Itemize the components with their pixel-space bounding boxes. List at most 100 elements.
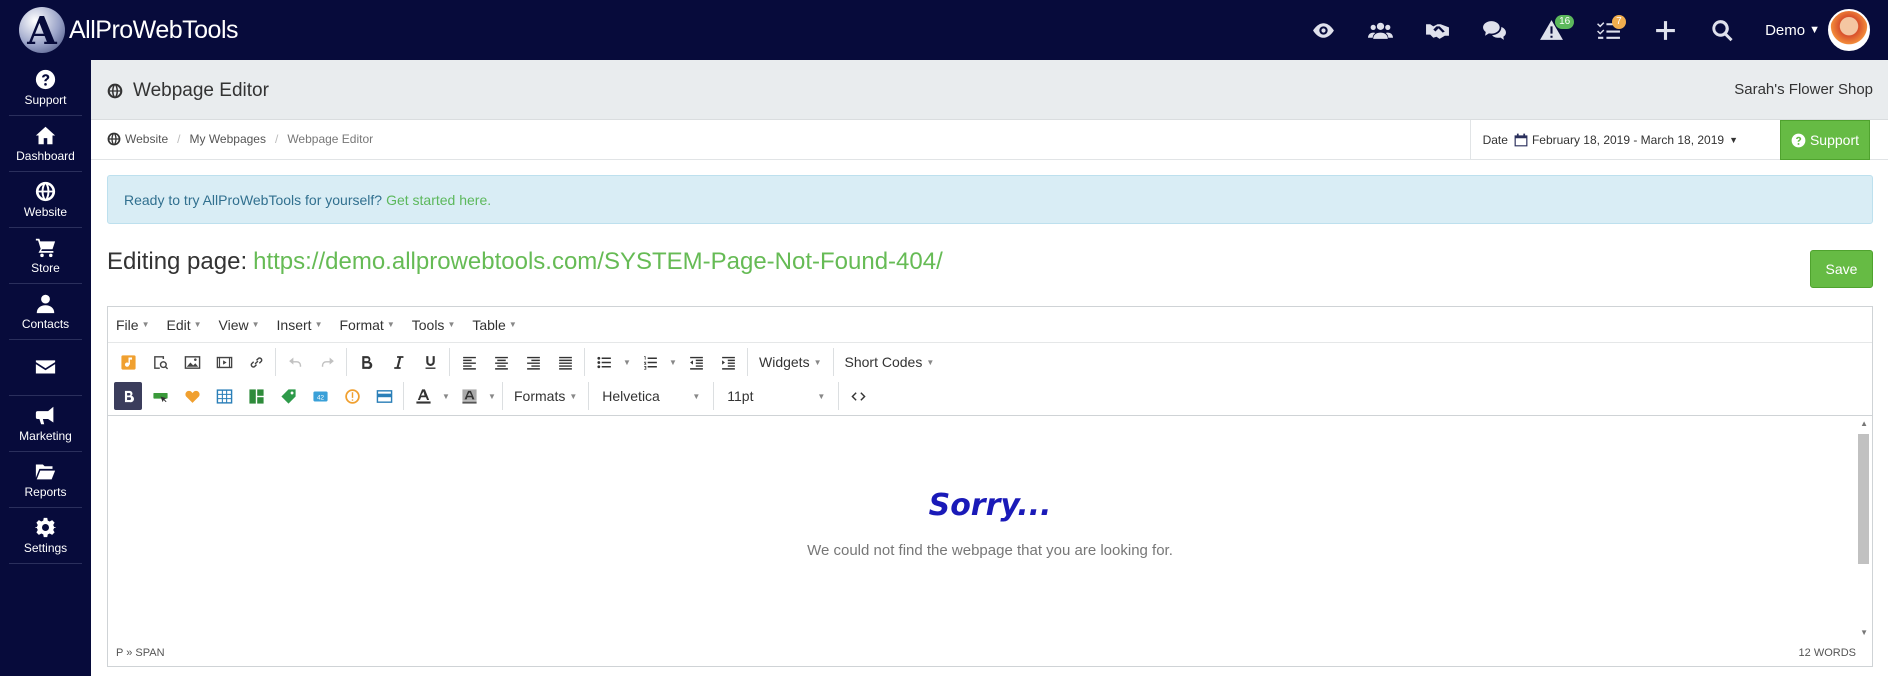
app-logo[interactable]: A AllProWebTools [19, 7, 239, 53]
indent-icon[interactable] [712, 348, 744, 376]
font-size-select[interactable]: 11pt ▼ [717, 382, 835, 410]
users-icon[interactable] [1352, 0, 1409, 60]
menu-table[interactable]: Table ▼ [472, 317, 516, 333]
get-started-link[interactable]: Get started here. [386, 192, 491, 208]
media-manager-icon[interactable] [112, 348, 144, 376]
widgets-dropdown[interactable]: Widgets ▼ [751, 348, 830, 376]
outdent-icon[interactable] [680, 348, 712, 376]
support-button[interactable]: Support [1780, 120, 1870, 160]
comments-icon[interactable] [1466, 0, 1523, 60]
editor-toolbar-row-2: 42 ▼ ▼ Formats ▼ Helvetica ▼ 11pt ▼ [108, 379, 1872, 413]
panel-icon[interactable] [368, 382, 400, 410]
layout-icon[interactable] [240, 382, 272, 410]
video-icon[interactable] [208, 348, 240, 376]
align-right-icon[interactable] [517, 348, 549, 376]
alert-icon[interactable]: 16 [1523, 0, 1580, 60]
tasks-badge: 7 [1612, 15, 1626, 29]
sidebar-item-support[interactable]: Support [9, 60, 82, 116]
text-color-caret-icon[interactable]: ▼ [439, 382, 453, 410]
sidebar-item-store[interactable]: Store [9, 228, 82, 284]
align-left-icon[interactable] [453, 348, 485, 376]
redo-icon[interactable] [311, 348, 343, 376]
search-icon[interactable] [1694, 0, 1751, 60]
bullet-list-icon[interactable] [588, 348, 620, 376]
tasks-icon[interactable]: 7 [1580, 0, 1637, 60]
table-grid-icon[interactable] [208, 382, 240, 410]
menu-format[interactable]: Format ▼ [339, 317, 394, 333]
italic-icon[interactable] [382, 348, 414, 376]
underline-icon[interactable] [414, 348, 446, 376]
font-family-select[interactable]: Helvetica ▼ [592, 382, 710, 410]
undo-icon[interactable] [279, 348, 311, 376]
badge-icon[interactable]: 42 [304, 382, 336, 410]
calendar-icon [1514, 133, 1528, 146]
sorry-heading: Sorry... [928, 488, 1052, 523]
user-menu[interactable]: Demo ▼ [1765, 22, 1820, 39]
menu-view[interactable]: View ▼ [219, 317, 260, 333]
menu-edit[interactable]: Edit ▼ [166, 317, 201, 333]
caret-down-icon: ▼ [508, 320, 517, 329]
logo-mark: A [19, 7, 65, 53]
sidebar-item-contacts[interactable]: Contacts [9, 284, 82, 340]
sidebar-item-website[interactable]: Website [9, 172, 82, 228]
sidebar-item-label: Dashboard [16, 148, 75, 163]
button-widget-icon[interactable] [144, 382, 176, 410]
breadcrumb-separator: / [274, 132, 279, 146]
sidebar-item-dashboard[interactable]: Dashboard [9, 116, 82, 172]
font-family-value: Helvetica [602, 388, 660, 404]
menu-insert[interactable]: Insert ▼ [277, 317, 323, 333]
formats-dropdown[interactable]: Formats ▼ [506, 382, 585, 410]
menu-label: File [116, 316, 139, 333]
alert-widget-icon[interactable] [336, 382, 368, 410]
text-color-icon[interactable] [407, 382, 439, 410]
date-range-picker[interactable]: Date February 18, 2019 - March 18, 2019 … [1469, 120, 1738, 159]
bootstrap-icon[interactable] [114, 382, 142, 410]
avatar[interactable] [1828, 9, 1870, 51]
heart-icon[interactable] [176, 382, 208, 410]
sidebar-item-email[interactable] [9, 340, 82, 396]
sidebar-item-reports[interactable]: Reports [9, 452, 82, 508]
background-color-caret-icon[interactable]: ▼ [485, 382, 499, 410]
sidebar-item-settings[interactable]: Settings [9, 508, 82, 564]
breadcrumb-website[interactable]: Website [125, 132, 168, 146]
element-path[interactable]: P » SPAN [116, 647, 165, 659]
toolbar-separator [747, 348, 748, 376]
breadcrumb-my-webpages[interactable]: My Webpages [189, 132, 265, 146]
align-center-icon[interactable] [485, 348, 517, 376]
menu-tools[interactable]: Tools ▼ [412, 317, 456, 333]
source-code-icon[interactable] [842, 382, 874, 410]
save-button[interactable]: Save [1810, 250, 1873, 288]
editing-page-url[interactable]: https://demo.allprowebtools.com/SYSTEM-P… [253, 248, 943, 275]
menu-file[interactable]: File ▼ [116, 317, 149, 333]
date-range-value: February 18, 2019 - March 18, 2019 [1531, 132, 1725, 147]
sidebar-item-marketing[interactable]: Marketing [9, 396, 82, 452]
page-title-text: Webpage Editor [133, 80, 269, 101]
file-browser-icon[interactable] [144, 348, 176, 376]
link-icon[interactable] [240, 348, 272, 376]
numbered-list-icon[interactable] [634, 348, 666, 376]
toolbar-separator [584, 348, 585, 376]
short-codes-dropdown[interactable]: Short Codes ▼ [837, 348, 943, 376]
plus-icon[interactable] [1637, 0, 1694, 60]
eye-icon[interactable] [1295, 0, 1352, 60]
menu-label: Edit [166, 316, 191, 333]
menu-label: Format [339, 316, 384, 333]
image-icon[interactable] [176, 348, 208, 376]
numbered-list-caret-icon[interactable]: ▼ [666, 348, 680, 376]
menu-label: View [218, 316, 249, 333]
background-color-icon[interactable] [453, 382, 485, 410]
bullet-list-caret-icon[interactable]: ▼ [620, 348, 634, 376]
scroll-down-icon[interactable]: ▼ [1860, 628, 1868, 637]
handshake-icon[interactable] [1409, 0, 1466, 60]
editor-content-area[interactable]: ▲ ▼ Sorry... We could not find the webpa… [108, 415, 1872, 641]
caret-down-icon: ▼ [141, 320, 150, 329]
sidebar: Support Dashboard Website Store Contacts… [0, 60, 91, 676]
bold-icon[interactable] [350, 348, 382, 376]
toolbar-separator [838, 382, 840, 410]
tag-icon[interactable] [272, 382, 304, 410]
scroll-up-icon[interactable]: ▲ [1860, 419, 1868, 428]
toolbar-separator [502, 382, 503, 410]
align-justify-icon[interactable] [549, 348, 581, 376]
sidebar-item-label: Marketing [19, 428, 72, 443]
badge-number: 42 [316, 394, 324, 401]
